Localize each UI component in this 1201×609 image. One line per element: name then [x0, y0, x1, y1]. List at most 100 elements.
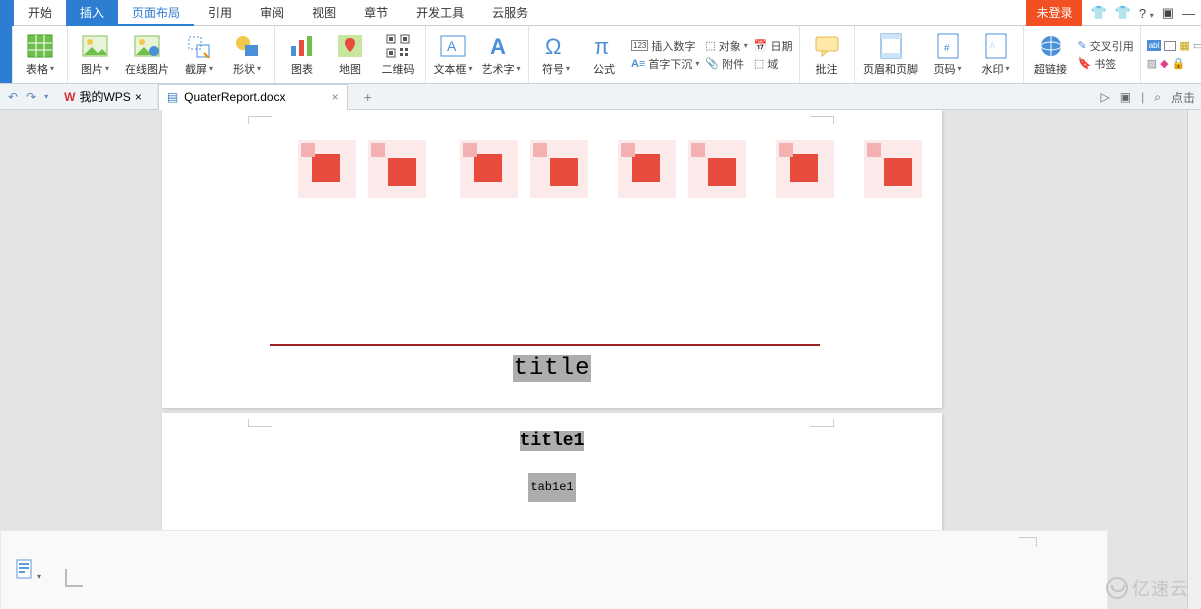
wps-home-tab[interactable]: W 我的WPS × [56, 84, 150, 110]
shirt2-icon[interactable]: 👕 [1115, 5, 1131, 21]
svg-text:Ω: Ω [545, 34, 561, 58]
add-tab-button[interactable]: + [356, 89, 380, 105]
history-dropdown[interactable]: ▾ [44, 92, 48, 101]
bookmark-button[interactable]: 🔖书签 [1078, 56, 1134, 72]
menu-tab-devtools[interactable]: 开发工具 [402, 0, 478, 26]
drop-cap-button[interactable]: A≡首字下沉▾ [631, 56, 699, 72]
section1-title: title1 [162, 429, 942, 454]
object-icon: ⬚ [705, 39, 715, 52]
ribbon-group-leading [0, 26, 13, 83]
comment-icon [814, 33, 840, 59]
vertical-scrollbar[interactable] [1187, 110, 1201, 609]
document-tab[interactable]: ▤ QuaterReport.docx × [158, 84, 348, 110]
margin-mark-2tr [810, 419, 834, 427]
object-button[interactable]: ⬚对象▾ [705, 38, 747, 54]
table-button[interactable]: 表格▾ [19, 28, 61, 82]
shape-icon [234, 33, 260, 59]
shape-button[interactable]: 形状▾ [226, 28, 268, 82]
restore-window-icon[interactable]: ▣ [1162, 5, 1174, 21]
svg-text:A: A [989, 41, 996, 52]
header-footer-icon [878, 33, 904, 59]
sm-grid-icon[interactable]: ▦ [1179, 39, 1189, 52]
map-icon [337, 33, 363, 59]
chart-icon [289, 33, 315, 59]
panel-corner-mark [65, 569, 83, 587]
panel-page-button[interactable]: ▾ [15, 559, 35, 581]
undo-icon[interactable]: ↶ [8, 90, 18, 104]
textbox-button[interactable]: A 文本框▾ [432, 28, 474, 82]
menu-tab-view[interactable]: 视图 [298, 0, 350, 26]
paperclip-icon: 📎 [705, 57, 719, 70]
screenshot-icon [186, 33, 212, 59]
search-icon[interactable]: ⌕ [1154, 90, 1161, 105]
document-tabstrip: ↶ ↷ ▾ W 我的WPS × ▤ QuaterReport.docx × + … [0, 84, 1201, 110]
chart-button[interactable]: 图表 [281, 28, 323, 82]
login-badge[interactable]: 未登录 [1026, 0, 1082, 26]
page-number-icon: # [935, 33, 961, 59]
header-footer-button[interactable]: 页眉和页脚 [861, 28, 921, 82]
svg-text:A: A [447, 38, 457, 54]
minimize-icon[interactable]: — [1182, 6, 1195, 21]
app-menu-button[interactable] [0, 0, 14, 26]
menu-tab-insert[interactable]: 插入 [66, 0, 118, 26]
formula-button[interactable]: π 公式 [583, 28, 625, 82]
page-number-button[interactable]: # 页码▾ [927, 28, 969, 82]
ts-icon-2[interactable]: ▣ [1120, 90, 1131, 104]
shirt-icon[interactable]: 👕 [1090, 5, 1106, 21]
omega-icon: Ω [543, 33, 569, 59]
menu-tab-references[interactable]: 引用 [194, 0, 246, 26]
insert-number-button[interactable]: 123插入数字 [631, 38, 699, 54]
menu-tab-section[interactable]: 章节 [350, 0, 402, 26]
datetime-button[interactable]: 📅日期 [754, 38, 793, 54]
close-icon[interactable]: × [135, 90, 142, 104]
floating-panel: ▾ [0, 530, 1108, 609]
menu-tab-review[interactable]: 审阅 [246, 0, 298, 26]
pi-icon: π [591, 33, 617, 59]
sm-box-icon[interactable] [1164, 41, 1176, 51]
redo-icon[interactable]: ↷ [26, 90, 36, 104]
field-icon: ⬚ [754, 57, 764, 70]
online-image-button[interactable]: 在线图片 [122, 28, 172, 82]
doc-title: title [162, 352, 942, 386]
close-tab-icon[interactable]: × [332, 90, 339, 104]
panel-corner-tr [1019, 537, 1037, 547]
document-page-1: title [162, 110, 942, 408]
map-button[interactable]: 地图 [329, 28, 371, 82]
margin-mark-tl [248, 116, 272, 124]
sm-page-icon[interactable]: ▭ [1193, 39, 1201, 52]
screenshot-button[interactable]: 截屏▾ [178, 28, 220, 82]
textbox-icon: A [440, 33, 466, 59]
ts-click-label[interactable]: 点击 [1171, 89, 1195, 106]
ts-icon-1[interactable]: ▷ [1101, 90, 1110, 104]
crossref-button[interactable]: ✎交叉引用 [1078, 38, 1134, 54]
attachment-button[interactable]: 📎附件 [705, 56, 747, 72]
eraser-icon[interactable]: ◆ [1160, 57, 1168, 70]
sm-pattern-icon[interactable]: ▨ [1147, 57, 1157, 70]
help-icon[interactable]: ? ▾ [1139, 6, 1154, 21]
hyperlink-button[interactable]: 超链接 [1030, 28, 1072, 82]
lock-icon[interactable]: 🔒 [1172, 57, 1186, 70]
brand-watermark: 亿速云 [1106, 575, 1189, 601]
red-separator-line [270, 344, 820, 346]
qr-button[interactable]: 二维码 [377, 28, 419, 82]
dropcap-icon: A≡ [631, 58, 645, 70]
field-button[interactable]: ⬚域 [754, 56, 793, 72]
menu-tab-cloud[interactable]: 云服务 [478, 0, 542, 26]
calendar-icon: 📅 [754, 39, 768, 52]
menu-tab-pagelayout[interactable]: 页面布局 [118, 0, 194, 26]
pixelated-header-art [298, 140, 922, 198]
symbol-button[interactable]: Ω 符号▾ [535, 28, 577, 82]
section1-table-caption: tab1e1 [162, 473, 942, 502]
watermark-button[interactable]: A 水印▾ [975, 28, 1017, 82]
abl-icon[interactable]: abl [1147, 40, 1162, 51]
menu-right-area: 未登录 👕 👕 ? ▾ ▣ — [1026, 0, 1201, 26]
watermark-icon: A [983, 33, 1009, 59]
menu-bar: 开始 插入 页面布局 引用 审阅 视图 章节 开发工具 云服务 未登录 👕 👕 … [0, 0, 1201, 26]
online-image-icon [134, 33, 160, 59]
image-button[interactable]: 图片▾ [74, 28, 116, 82]
menu-tab-start[interactable]: 开始 [14, 0, 66, 26]
wordart-button[interactable]: A 艺术字▾ [480, 28, 522, 82]
comment-button[interactable]: 批注 [806, 28, 848, 82]
table-icon [27, 33, 53, 59]
margin-mark-2tl [248, 419, 272, 427]
